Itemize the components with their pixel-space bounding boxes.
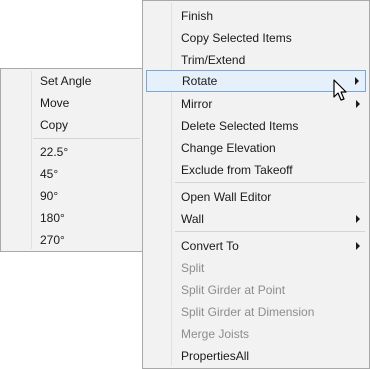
chevron-right-icon bbox=[356, 215, 360, 223]
menu-item-label: Open Wall Editor bbox=[181, 190, 272, 204]
menu-item-finish[interactable]: Finish bbox=[146, 5, 366, 27]
menu-item-change-elevation[interactable]: Change Elevation bbox=[146, 137, 366, 159]
menu-item-label: Rotate bbox=[182, 74, 218, 88]
menu-item-properties-all[interactable]: PropertiesAll bbox=[146, 345, 366, 367]
menu-item-open-wall-editor[interactable]: Open Wall Editor bbox=[146, 186, 366, 208]
submenu-item-22-5[interactable]: 22.5° bbox=[6, 141, 141, 163]
submenu-item-90[interactable]: 90° bbox=[6, 185, 141, 207]
menu-item-label: Split Girder at Dimension bbox=[181, 305, 315, 319]
menu-item-label: PropertiesAll bbox=[181, 349, 250, 363]
menu-item-label: Merge Joists bbox=[181, 327, 250, 341]
menu-item-label: Convert To bbox=[181, 239, 239, 253]
menu-item-label: Split bbox=[181, 261, 205, 275]
menu-item-convert-to[interactable]: Convert To bbox=[146, 235, 366, 257]
submenu-item-180[interactable]: 180° bbox=[6, 207, 141, 229]
chevron-right-icon bbox=[355, 77, 359, 85]
menu-item-split[interactable]: Split bbox=[146, 257, 366, 279]
menu-item-label: Change Elevation bbox=[181, 141, 276, 155]
menu-item-label: Finish bbox=[181, 9, 214, 23]
menu-item-label: Split Girder at Point bbox=[181, 283, 286, 297]
menu-item-label: Wall bbox=[181, 212, 204, 226]
menu-item-merge-joists[interactable]: Merge Joists bbox=[146, 323, 366, 345]
menu-item-label: Copy Selected Items bbox=[181, 31, 292, 45]
submenu-item-set-angle[interactable]: Set Angle bbox=[6, 70, 141, 92]
menu-separator bbox=[175, 182, 365, 183]
menu-item-label: Trim/Extend bbox=[181, 53, 246, 67]
submenu-item-45[interactable]: 45° bbox=[6, 163, 141, 185]
menu-item-trim-extend[interactable]: Trim/Extend bbox=[146, 49, 366, 71]
submenu-item-move[interactable]: Move bbox=[6, 92, 141, 114]
menu-item-split-girder-at-point[interactable]: Split Girder at Point bbox=[146, 279, 366, 301]
chevron-right-icon bbox=[356, 242, 360, 250]
rotate-submenu: Set Angle Move Copy 22.5° 45° 90° 180° 2… bbox=[0, 68, 142, 252]
submenu-item-270[interactable]: 270° bbox=[6, 229, 141, 251]
menu-item-label: Mirror bbox=[181, 97, 213, 111]
menu-item-delete-selected-items[interactable]: Delete Selected Items bbox=[146, 115, 366, 137]
menu-item-label: Delete Selected Items bbox=[181, 119, 299, 133]
menu-item-split-girder-at-dimension[interactable]: Split Girder at Dimension bbox=[146, 301, 366, 323]
menu-item-exclude-from-takeoff[interactable]: Exclude from Takeoff bbox=[146, 159, 366, 181]
submenu-separator bbox=[33, 138, 140, 139]
chevron-right-icon bbox=[356, 100, 360, 108]
mouse-pointer-icon bbox=[333, 79, 347, 101]
menu-item-label: Exclude from Takeoff bbox=[181, 163, 293, 177]
menu-item-wall[interactable]: Wall bbox=[146, 208, 366, 230]
submenu-item-copy[interactable]: Copy bbox=[6, 114, 141, 136]
context-menu: Finish Copy Selected Items Trim/Extend R… bbox=[142, 0, 370, 369]
menu-separator bbox=[175, 231, 365, 232]
menu-item-copy-selected-items[interactable]: Copy Selected Items bbox=[146, 27, 366, 49]
